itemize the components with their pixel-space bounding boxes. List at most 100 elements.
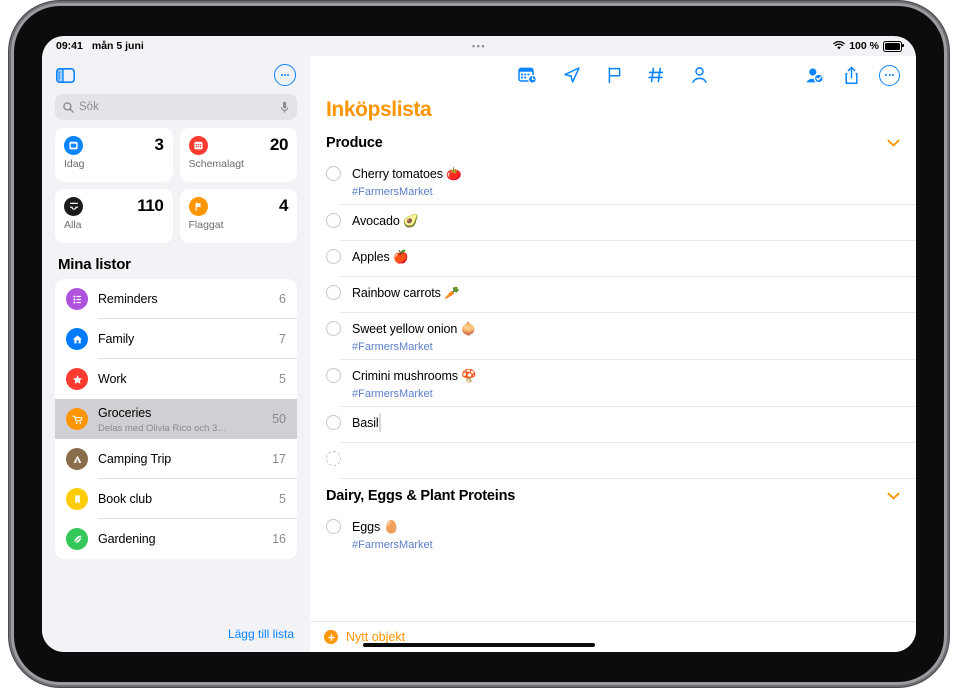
complete-circle-icon[interactable] <box>326 321 341 336</box>
multitask-grabber-icon[interactable]: ••• <box>472 41 486 51</box>
sidebar-item-reminders[interactable]: Reminders 6 <box>55 279 297 319</box>
toolbar-center-group <box>518 66 708 84</box>
person-icon[interactable] <box>691 66 708 84</box>
microphone-icon[interactable] <box>280 101 289 114</box>
status-time: 09:41 <box>56 40 83 52</box>
smart-card-scheduled[interactable]: 20 Schemalagt <box>179 128 297 182</box>
item-title: Cherry tomatoes 🍅 <box>352 167 462 181</box>
sidebar-item-groceries[interactable]: Groceries Delas med Olivia Rico och 3… 5… <box>55 399 297 439</box>
list-item[interactable]: Cherry tomatoes 🍅 #FarmersMarket <box>310 158 916 205</box>
my-lists-group: Reminders 6 Family 7 Work 5 Groceries De… <box>55 279 297 559</box>
more-circle-icon[interactable] <box>274 64 296 86</box>
complete-circle-icon[interactable] <box>326 519 341 534</box>
today-calendar-icon <box>64 135 83 155</box>
house-icon <box>66 328 88 350</box>
chevron-down-icon[interactable] <box>887 492 900 500</box>
location-arrow-icon[interactable] <box>563 66 581 84</box>
list-item-empty[interactable] <box>310 443 916 479</box>
sidebar-item-count: 16 <box>272 532 286 546</box>
smart-card-flagged[interactable]: 4 Flaggat <box>179 189 297 243</box>
item-tag[interactable]: #FarmersMarket <box>352 388 900 400</box>
smart-card-label: Idag <box>64 158 85 170</box>
more-circle-icon[interactable] <box>879 64 900 86</box>
section-title: Produce <box>326 135 383 151</box>
smart-card-count: 20 <box>269 135 289 154</box>
complete-circle-icon[interactable] <box>326 285 341 300</box>
status-bar: 09:41 mån 5 juni ••• 100 % <box>42 36 916 56</box>
leaf-icon <box>66 528 88 550</box>
smart-list-cards: 3 Idag 20 Schemalagt 110 Alla 4 Flaggat <box>42 128 310 243</box>
sidebar-item-family[interactable]: Family 7 <box>55 319 297 359</box>
item-title: Basil <box>352 416 379 430</box>
status-right-cluster: 100 % <box>833 40 904 52</box>
search-icon <box>63 101 74 113</box>
sidebar-item-book-club[interactable]: Book club 5 <box>55 479 297 519</box>
list-item[interactable]: Basil <box>310 407 916 443</box>
sidebar-item-count: 5 <box>279 492 286 506</box>
list-item[interactable]: Sweet yellow onion 🧅 #FarmersMarket <box>310 313 916 360</box>
add-list-button[interactable]: Lägg till lista <box>228 627 294 641</box>
complete-circle-icon[interactable] <box>326 213 341 228</box>
smart-card-today[interactable]: 3 Idag <box>55 128 173 182</box>
smart-card-count: 4 <box>278 196 288 215</box>
item-title: Crimini mushrooms 🍄 <box>352 369 477 383</box>
new-item-button[interactable]: Nytt objekt <box>310 621 916 652</box>
sidebar-item-camping-trip[interactable]: Camping Trip 17 <box>55 439 297 479</box>
calendar-clock-icon[interactable] <box>518 66 537 84</box>
sidebar-item-work[interactable]: Work 5 <box>55 359 297 399</box>
all-inbox-icon <box>64 196 83 216</box>
new-item-label: Nytt objekt <box>346 630 406 644</box>
sidebar-toolbar <box>42 56 310 94</box>
complete-circle-icon[interactable] <box>326 368 341 383</box>
share-participants-icon[interactable] <box>804 66 824 84</box>
plus-circle-icon <box>324 630 338 644</box>
smart-card-label: Flaggat <box>188 219 224 231</box>
section-header-produce[interactable]: Produce <box>310 130 916 158</box>
sidebar-item-label: Family <box>98 332 135 346</box>
list-item[interactable]: Rainbow carrots 🥕 <box>310 277 916 313</box>
content-toolbar <box>310 56 916 94</box>
sidebar-item-count: 6 <box>279 292 286 306</box>
home-indicator[interactable] <box>363 643 595 647</box>
list-item[interactable]: Apples 🍎 <box>310 241 916 277</box>
list-item[interactable]: Avocado 🥑 <box>310 205 916 241</box>
hashtag-icon[interactable] <box>648 66 665 84</box>
item-photo-attachment[interactable] <box>378 413 381 432</box>
sidebar-item-label: Work <box>98 372 127 386</box>
section-header-dairy[interactable]: Dairy, Eggs & Plant Proteins <box>310 479 916 511</box>
status-date: mån 5 juni <box>91 40 144 52</box>
sidebar-item-count: 5 <box>279 372 286 386</box>
complete-circle-icon[interactable] <box>326 451 341 466</box>
item-tag[interactable]: #FarmersMarket <box>352 341 900 353</box>
share-icon[interactable] <box>844 66 859 85</box>
complete-circle-icon[interactable] <box>326 415 341 430</box>
sidebar-toggle-icon[interactable] <box>56 67 75 83</box>
tent-icon <box>66 448 88 470</box>
divider <box>340 478 916 479</box>
item-tag[interactable]: #FarmersMarket <box>352 186 900 198</box>
sidebar-item-subtitle: Delas med Olivia Rico och 3… <box>98 423 227 434</box>
item-tag[interactable]: #FarmersMarket <box>352 539 900 551</box>
scheduled-calendar-icon <box>188 135 208 155</box>
flag-icon[interactable] <box>607 66 622 84</box>
chevron-down-icon[interactable] <box>887 139 900 147</box>
smart-card-label: Alla <box>64 219 82 231</box>
item-title: Rainbow carrots 🥕 <box>352 286 460 300</box>
list-item[interactable]: Eggs 🥚 #FarmersMarket <box>310 511 916 558</box>
smart-card-label: Schemalagt <box>188 158 244 170</box>
smart-card-all[interactable]: 110 Alla <box>55 189 173 243</box>
item-title: Apples 🍎 <box>352 250 409 264</box>
ipad-device-frame: 09:41 mån 5 juni ••• 100 % Sök 3 Idag 20… <box>14 6 944 682</box>
search-input[interactable]: Sök <box>55 94 297 120</box>
search-container: Sök <box>42 94 310 128</box>
complete-circle-icon[interactable] <box>326 249 341 264</box>
my-lists-heading: Mina listor <box>58 256 131 273</box>
sidebar-item-gardening[interactable]: Gardening 16 <box>55 519 297 559</box>
search-placeholder: Sök <box>79 101 99 113</box>
battery-icon <box>883 40 904 52</box>
list-item[interactable]: Crimini mushrooms 🍄 #FarmersMarket <box>310 360 916 407</box>
complete-circle-icon[interactable] <box>326 166 341 181</box>
ipad-screen: 09:41 mån 5 juni ••• 100 % Sök 3 Idag 20… <box>42 36 916 652</box>
page-title: Inköpslista <box>326 98 432 121</box>
sidebar-item-count: 7 <box>279 332 286 346</box>
